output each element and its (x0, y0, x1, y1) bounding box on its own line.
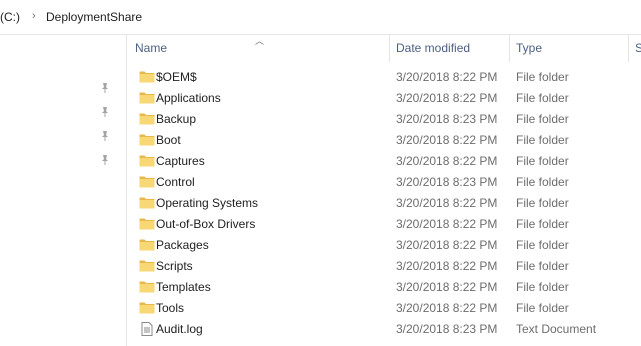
file-date-modified: 3/20/2018 8:23 PM (396, 112, 498, 126)
file-row[interactable]: Tools 3/20/2018 8:22 PM File folder (127, 298, 641, 319)
file-row[interactable]: Out-of-Box Drivers 3/20/2018 8:22 PM File … (127, 214, 641, 235)
file-row[interactable]: Applications 3/20/2018 8:22 PM File folder (127, 88, 641, 109)
file-date-modified: 3/20/2018 8:22 PM (396, 280, 498, 294)
file-name: Backup (156, 112, 197, 126)
column-header: ︿ Name Date modified Type S (127, 35, 641, 62)
file-name: Captures (156, 154, 205, 168)
file-type: File folder (516, 238, 569, 252)
file-type: File folder (516, 91, 569, 105)
folder-icon (139, 238, 155, 252)
column-type[interactable]: Type (516, 41, 542, 55)
file-name: Scripts (156, 259, 193, 273)
file-type: File folder (516, 154, 569, 168)
breadcrumb-folder[interactable]: DeploymentShare (46, 10, 142, 24)
folder-icon (139, 217, 155, 231)
file-name: Out-of-Box Drivers (156, 217, 256, 231)
file-row[interactable]: Boot 3/20/2018 8:22 PM File folder (127, 130, 641, 151)
file-type: File folder (516, 217, 569, 231)
file-name: Tools (156, 301, 185, 315)
folder-icon (139, 70, 155, 84)
file-name: Operating Systems (156, 196, 259, 210)
file-row[interactable]: Control 3/20/2018 8:23 PM File folder (127, 172, 641, 193)
file-date-modified: 3/20/2018 8:23 PM (396, 322, 498, 336)
file-date-modified: 3/20/2018 8:23 PM (396, 175, 498, 189)
file-name: Audit.log (156, 322, 203, 336)
file-date-modified: 3/20/2018 8:22 PM (396, 259, 498, 273)
file-date-modified: 3/20/2018 8:22 PM (396, 301, 498, 315)
file-name: Templates (156, 280, 211, 294)
navigation-pane (0, 35, 127, 346)
file-date-modified: 3/20/2018 8:22 PM (396, 154, 498, 168)
folder-icon (139, 112, 155, 126)
folder-icon (139, 196, 155, 210)
file-row[interactable]: Captures 3/20/2018 8:22 PM File folder (127, 151, 641, 172)
file-type: File folder (516, 301, 569, 315)
file-date-modified: 3/20/2018 8:22 PM (396, 217, 498, 231)
file-row[interactable]: Operating Systems 3/20/2018 8:22 PM File f… (127, 193, 641, 214)
file-list: $OEM$ 3/20/2018 8:22 PM File folder Applica… (127, 67, 641, 340)
column-date-modified[interactable]: Date modified (396, 41, 470, 55)
file-row[interactable]: Scripts 3/20/2018 8:22 PM File folder (127, 256, 641, 277)
folder-icon (139, 133, 155, 147)
column-divider[interactable] (389, 35, 390, 62)
folder-icon (139, 175, 155, 189)
file-date-modified: 3/20/2018 8:22 PM (396, 91, 498, 105)
column-divider[interactable] (628, 35, 629, 62)
file-date-modified: 3/20/2018 8:22 PM (396, 196, 498, 210)
file-type: File folder (516, 280, 569, 294)
file-date-modified: 3/20/2018 8:22 PM (396, 70, 498, 84)
folder-icon (139, 280, 155, 294)
file-row[interactable]: Audit.log 3/20/2018 8:23 PM Text Document (127, 319, 641, 340)
sort-ascending-icon: ︿ (255, 36, 265, 46)
file-type: Text Document (516, 322, 597, 336)
file-row[interactable]: Packages 3/20/2018 8:22 PM File folder (127, 235, 641, 256)
file-name: $OEM$ (156, 70, 197, 84)
text-file-icon (139, 322, 155, 336)
file-type: File folder (516, 259, 569, 273)
breadcrumb-drive[interactable]: (C:) (0, 10, 20, 24)
file-type: File folder (516, 133, 569, 147)
file-name: Control (156, 175, 195, 189)
file-row[interactable]: Templates 3/20/2018 8:22 PM File folder (127, 277, 641, 298)
breadcrumb-chevron-icon[interactable]: › (32, 10, 36, 22)
file-type: File folder (516, 70, 569, 84)
address-bar[interactable]: (C:) › DeploymentShare (0, 0, 641, 35)
file-type: File folder (516, 112, 569, 126)
file-type: File folder (516, 196, 569, 210)
file-date-modified: 3/20/2018 8:22 PM (396, 133, 498, 147)
pin-icon[interactable] (99, 154, 111, 166)
folder-icon (139, 154, 155, 168)
pin-icon[interactable] (99, 82, 111, 94)
file-name: Boot (156, 133, 181, 147)
file-date-modified: 3/20/2018 8:22 PM (396, 238, 498, 252)
folder-icon (139, 259, 155, 273)
pin-icon[interactable] (99, 106, 111, 118)
column-name[interactable]: Name (135, 41, 167, 55)
file-name: Applications (156, 91, 221, 105)
file-row[interactable]: $OEM$ 3/20/2018 8:22 PM File folder (127, 67, 641, 88)
file-type: File folder (516, 175, 569, 189)
file-row[interactable]: Backup 3/20/2018 8:23 PM File folder (127, 109, 641, 130)
file-name: Packages (156, 238, 209, 252)
column-divider[interactable] (509, 35, 510, 62)
folder-icon (139, 301, 155, 315)
column-size[interactable]: S (635, 41, 641, 55)
pin-icon[interactable] (99, 130, 111, 142)
folder-icon (139, 91, 155, 105)
